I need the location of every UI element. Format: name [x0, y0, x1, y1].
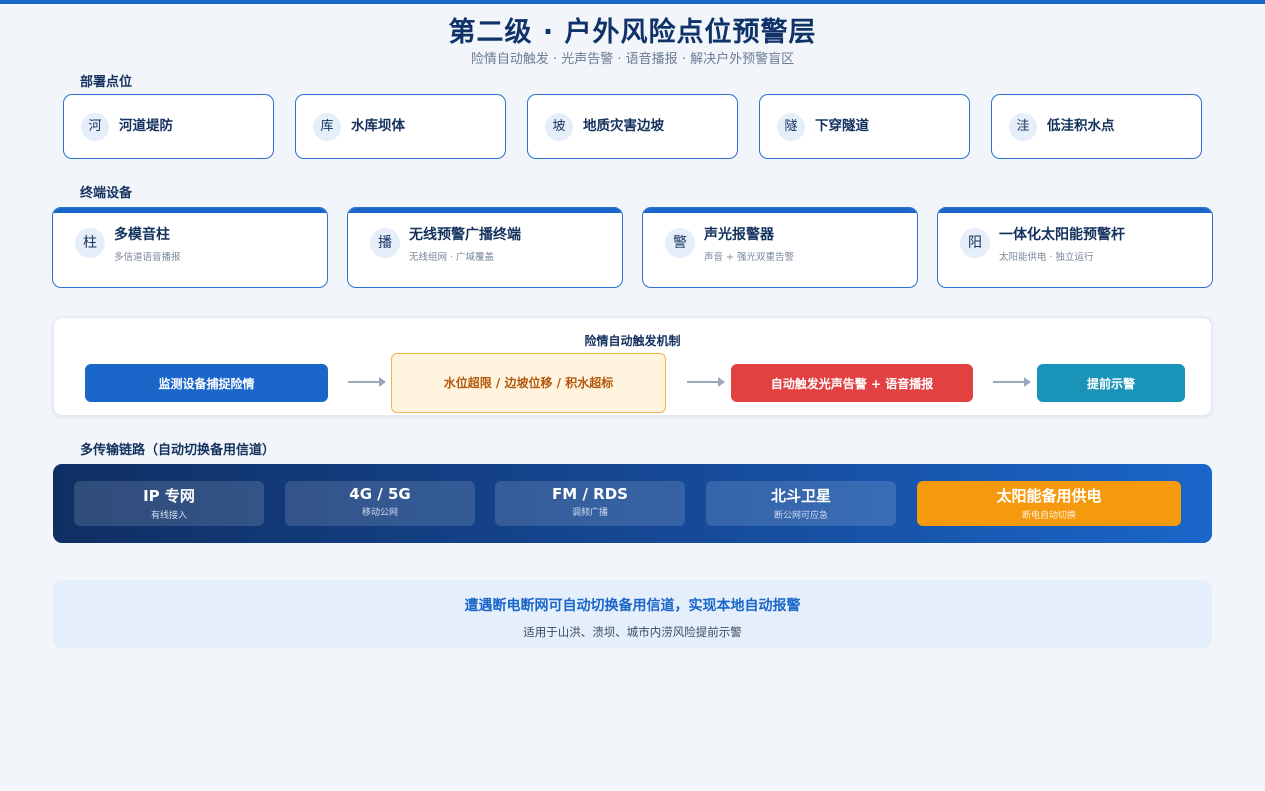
link-fm-rds: FM / RDS 调频广播 [495, 481, 685, 526]
deploy-points: 河 河道堤防 库 水库坝体 坡 地质灾害边坡 隧 下穿隧道 洼 低洼积水点 [63, 94, 1203, 159]
flow-arrow-icon [993, 377, 1031, 387]
device-subtitle: 多信道语音播报 [114, 252, 181, 263]
device-card-accent [938, 208, 1212, 213]
link-name: 4G / 5G [349, 485, 411, 503]
link-beidou-satellite: 北斗卫星 断公网可应急 [706, 481, 896, 526]
section-label-deploy: 部署点位 [80, 75, 133, 90]
device-badge: 柱 [75, 228, 105, 258]
terminal-devices: 柱 多模音柱 多信道语音播报 播 无线预警广播终端 无线组网 · 广域覆盖 警 … [52, 207, 1214, 288]
flow-step-detect: 监测设备捕捉险情 [85, 364, 328, 402]
point-label: 地质灾害边坡 [583, 118, 664, 134]
link-subtitle: 调频广播 [571, 508, 608, 518]
point-badge: 库 [313, 113, 341, 141]
link-solar-backup-power: 太阳能备用供电 断电自动切换 [917, 481, 1181, 526]
link-name: IP 专网 [143, 487, 195, 505]
point-label: 低洼积水点 [1047, 118, 1115, 134]
device-subtitle: 无线组网 · 广域覆盖 [409, 252, 495, 263]
device-title: 声光报警器 [704, 227, 774, 243]
section-label-devices: 终端设备 [80, 186, 133, 201]
top-accent-bar [0, 0, 1265, 4]
summary-note-sub: 适用于山洪、溃坝、城市内涝风险提前示警 [523, 625, 742, 639]
link-subtitle: 移动公网 [361, 508, 398, 518]
device-card-sound-column: 柱 多模音柱 多信道语音播报 [52, 207, 328, 288]
device-card-wireless-broadcast: 播 无线预警广播终端 无线组网 · 广域覆盖 [347, 207, 623, 288]
link-mobile-network: 4G / 5G 移动公网 [285, 481, 475, 526]
device-card-alarm: 警 声光报警器 声音 + 强光双重告警 [642, 207, 918, 288]
point-badge: 河 [81, 113, 109, 141]
flow-step-early-warning: 提前示警 [1037, 364, 1185, 402]
point-label: 下穿隧道 [815, 118, 869, 134]
trigger-title: 险情自动触发机制 [584, 334, 681, 348]
device-card-accent [53, 208, 327, 213]
page-subtitle: 险情自动触发 · 光声告警 · 语音播报 · 解决户外预警盲区 [470, 52, 795, 67]
point-card-river: 河 河道堤防 [63, 94, 274, 159]
point-badge: 隧 [777, 113, 805, 141]
flow-step-auto-alarm: 自动触发光声告警 + 语音播报 [731, 364, 973, 402]
summary-note-main: 遭遇断电断网可自动切换备用信道，实现本地自动报警 [464, 598, 801, 614]
point-card-lowland: 洼 低洼积水点 [991, 94, 1202, 159]
transport-links-panel: IP 专网 有线接入 4G / 5G 移动公网 FM / RDS 调频广播 北斗… [53, 464, 1212, 543]
device-subtitle: 声音 + 强光双重告警 [704, 252, 794, 263]
device-card-accent [643, 208, 917, 213]
device-badge: 警 [665, 228, 695, 258]
point-label: 水库坝体 [351, 118, 405, 134]
point-card-tunnel: 隧 下穿隧道 [759, 94, 970, 159]
point-badge: 坡 [545, 113, 573, 141]
point-card-reservoir: 库 水库坝体 [295, 94, 506, 159]
link-subtitle: 断公网可应急 [773, 511, 828, 521]
flow-arrow-icon [687, 377, 725, 387]
link-subtitle: 有线接入 [150, 511, 187, 521]
device-card-accent [348, 208, 622, 213]
flow-arrow-icon [348, 377, 386, 387]
link-name: 北斗卫星 [770, 487, 831, 505]
device-title: 无线预警广播终端 [409, 227, 521, 243]
device-badge: 播 [370, 228, 400, 258]
link-name: 太阳能备用供电 [996, 487, 1102, 505]
device-title: 多模音柱 [114, 227, 170, 243]
point-label: 河道堤防 [119, 118, 173, 134]
summary-note: 遭遇断电断网可自动切换备用信道，实现本地自动报警 适用于山洪、溃坝、城市内涝风险… [53, 580, 1212, 648]
link-ip-private: IP 专网 有线接入 [74, 481, 264, 526]
page-title: 第二级 · 户外风险点位预警层 [448, 17, 817, 48]
device-card-solar-pole: 阳 一体化太阳能预警杆 太阳能供电 · 独立运行 [937, 207, 1213, 288]
device-subtitle: 太阳能供电 · 独立运行 [999, 252, 1094, 263]
device-badge: 阳 [960, 228, 990, 258]
link-subtitle: 断电自动切换 [1021, 511, 1076, 521]
trigger-mechanism-card: 险情自动触发机制 监测设备捕捉险情 水位超限 / 边坡位移 / 积水超标 自动触… [53, 317, 1212, 416]
point-card-slope: 坡 地质灾害边坡 [527, 94, 738, 159]
flow-step-threshold: 水位超限 / 边坡位移 / 积水超标 [391, 353, 666, 413]
point-badge: 洼 [1009, 113, 1037, 141]
device-title: 一体化太阳能预警杆 [999, 227, 1125, 243]
section-label-transport: 多传输链路（自动切换备用信道） [80, 443, 276, 458]
link-name: FM / RDS [552, 485, 628, 503]
